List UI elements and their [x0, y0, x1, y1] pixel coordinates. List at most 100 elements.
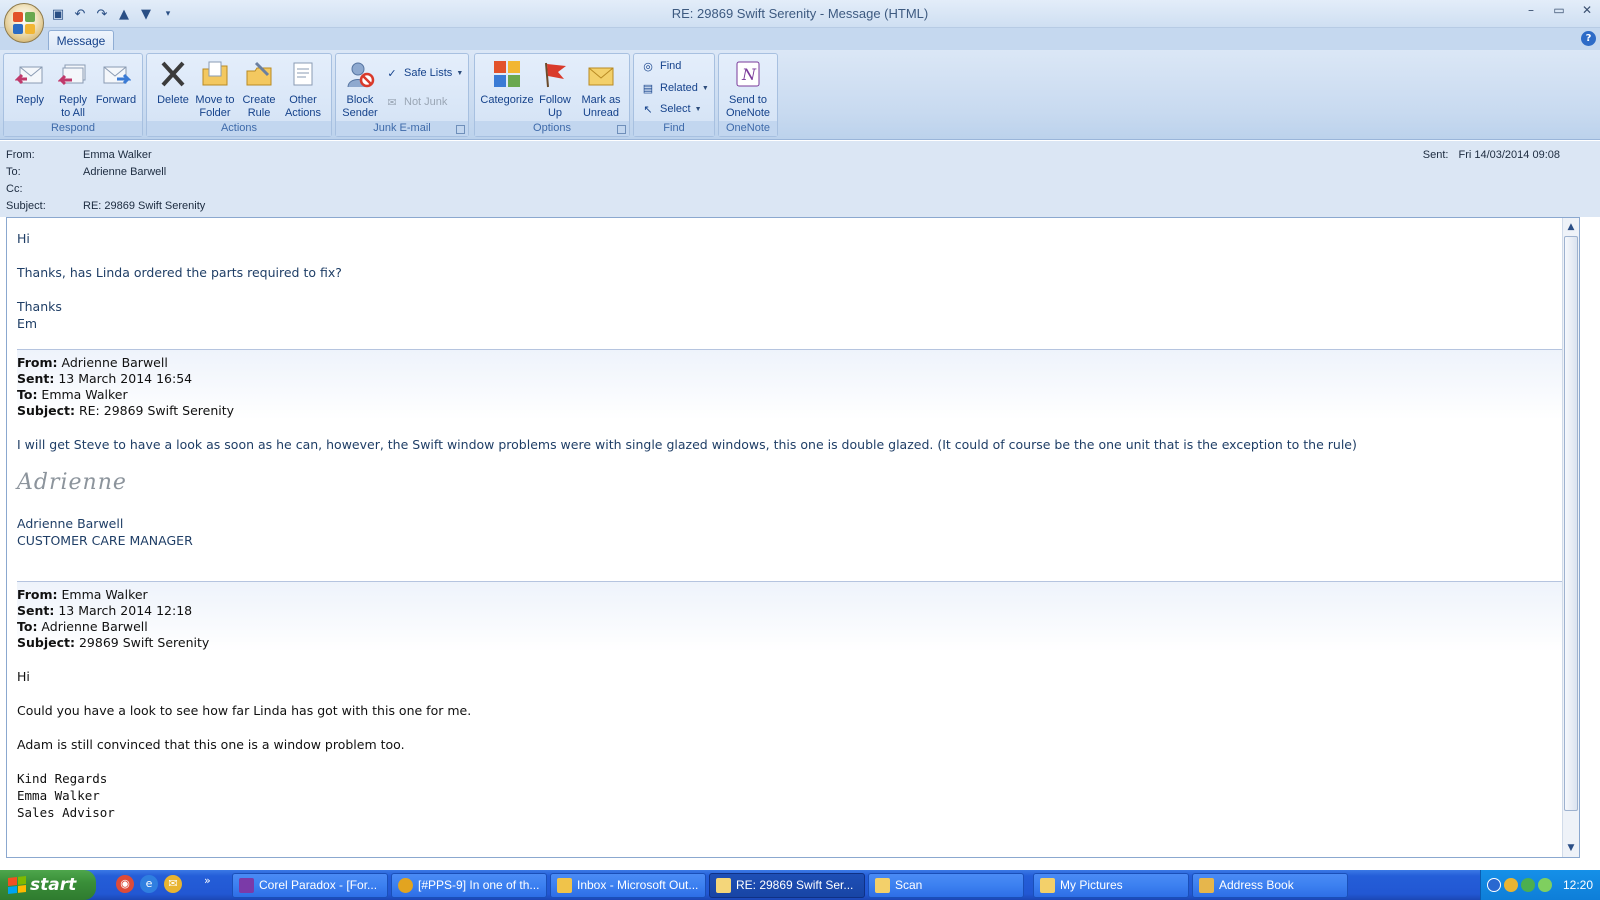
start-button[interactable]: start: [0, 870, 96, 900]
follow-up-flag-icon: [539, 58, 571, 90]
internet-explorer-icon[interactable]: e: [140, 875, 158, 893]
mark-as-unread-button[interactable]: Mark as Unread: [579, 56, 623, 120]
subject-value: RE: 29869 Swift Serenity: [83, 200, 206, 212]
chrome-icon[interactable]: ◉: [116, 875, 134, 893]
window-controls: – ▭ ✕: [1524, 3, 1594, 17]
options-dialog-launcher-icon[interactable]: [617, 125, 626, 134]
address-book-icon: [1199, 878, 1214, 893]
taskbar-item-active[interactable]: RE: 29869 Swift Ser...: [709, 873, 865, 898]
signature-role: CUSTOMER CARE MANAGER: [17, 533, 193, 548]
quote-signature: Kind Regards: [17, 771, 108, 786]
categorize-button[interactable]: Categorize: [480, 56, 534, 120]
message-icon: [716, 878, 731, 893]
quoted-message-1: From: Adrienne Barwell Sent: 13 March 20…: [17, 349, 1562, 549]
junk-dialog-launcher-icon[interactable]: [456, 125, 465, 134]
from-value[interactable]: Emma Walker: [83, 149, 152, 165]
body-line: Thanks, has Linda ordered the parts requ…: [17, 265, 342, 280]
onenote-icon: N: [732, 58, 764, 90]
body-greeting: Hi: [17, 231, 30, 246]
office-button[interactable]: [4, 3, 44, 43]
reply-all-icon: [57, 58, 89, 90]
header-to-row: To: Adrienne Barwell: [6, 166, 166, 182]
taskbar-item[interactable]: My Pictures: [1033, 873, 1189, 898]
reply-button[interactable]: Reply: [8, 56, 52, 120]
tray-expand-icon[interactable]: [1487, 878, 1501, 892]
block-sender-button[interactable]: Block Sender: [338, 56, 382, 120]
minimize-button[interactable]: –: [1524, 3, 1538, 17]
quoted-message-2: From: Emma Walker Sent: 13 March 2014 12…: [17, 581, 1562, 821]
taskbar-item[interactable]: Corel Paradox - [For...: [232, 873, 388, 898]
delete-icon: [157, 58, 189, 90]
quote-line: Adam is still convinced that this one is…: [17, 737, 405, 752]
header-subject-row: Subject: RE: 29869 Swift Serenity: [6, 200, 205, 216]
other-actions-button[interactable]: Other Actions: [281, 56, 325, 120]
help-icon[interactable]: ?: [1581, 31, 1596, 46]
group-junk-email: Block Sender ✓ Safe Lists ▼ ✉ Not Junk J…: [335, 53, 469, 137]
ribbon-tab-strip: Message ?: [0, 28, 1600, 51]
quick-launch-more-icon[interactable]: »: [204, 874, 211, 887]
scroll-thumb[interactable]: [1564, 236, 1578, 811]
group-respond: Reply Reply to All Forward Respond: [3, 53, 143, 137]
taskbar-item[interactable]: Scan: [868, 873, 1024, 898]
find-button[interactable]: ◎ Find: [640, 56, 681, 76]
chevron-down-icon: ▼: [456, 69, 464, 77]
tray-network-icon[interactable]: [1521, 878, 1535, 892]
group-actions: Delete Move to Folder Create Rule Other …: [146, 53, 332, 137]
delete-button[interactable]: Delete: [151, 56, 195, 120]
chevron-down-icon: ▼: [701, 84, 709, 92]
move-to-folder-button[interactable]: Move to Folder: [193, 56, 237, 120]
group-label-actions: Actions: [147, 121, 331, 136]
mark-unread-icon: [585, 58, 617, 90]
tray-status-icon[interactable]: [1538, 878, 1552, 892]
taskbar-item[interactable]: [#PPS-9] In one of th...: [391, 873, 547, 898]
sent-value: Fri 14/03/2014 09:08: [1458, 149, 1560, 161]
follow-up-button[interactable]: Follow Up: [533, 56, 577, 120]
block-sender-icon: [344, 58, 376, 90]
chrome-icon: [398, 878, 413, 893]
group-options: Categorize Follow Up Mark as Unread Opti…: [474, 53, 630, 137]
quick-launch: ◉ e ✉: [116, 875, 182, 893]
quote-signature: Emma Walker: [17, 788, 100, 803]
to-value[interactable]: Adrienne Barwell: [83, 166, 166, 182]
clock[interactable]: 12:20: [1563, 878, 1593, 892]
group-label-respond: Respond: [4, 121, 142, 136]
safe-lists-button[interactable]: ✓ Safe Lists ▼: [384, 63, 463, 83]
forward-button[interactable]: Forward: [94, 56, 138, 120]
title-bar: ▣ ↶ ↷ ▲ ▼ ▾ RE: 29869 Swift Serenity - M…: [0, 0, 1600, 43]
maximize-button[interactable]: ▭: [1552, 3, 1566, 17]
tray-outlook-icon[interactable]: [1504, 878, 1518, 892]
select-button[interactable]: ↖ Select ▼: [640, 99, 701, 119]
not-junk-button[interactable]: ✉ Not Junk: [384, 92, 447, 112]
cursor-icon: ↖: [643, 103, 653, 116]
ribbon: Reply Reply to All Forward Respond Delet…: [0, 50, 1600, 140]
message-body[interactable]: Hi Thanks, has Linda ordered the parts r…: [6, 217, 1580, 858]
binoculars-icon: ◎: [643, 60, 653, 73]
move-to-folder-icon: [199, 58, 231, 90]
svg-text:N: N: [741, 65, 757, 84]
safe-lists-icon: ✓: [387, 67, 397, 80]
create-rule-icon: [243, 58, 275, 90]
quote-subject: Subject: RE: 29869 Swift Serenity: [17, 403, 235, 418]
tab-message[interactable]: Message: [48, 30, 114, 51]
quote-from: From: Emma Walker: [17, 587, 148, 602]
header-sent-row: Sent: Fri 14/03/2014 09:08: [1422, 149, 1560, 161]
quote-text: I will get Steve to have a look as soon …: [17, 437, 1357, 452]
outlook-icon[interactable]: ✉: [164, 875, 182, 893]
create-rule-button[interactable]: Create Rule: [237, 56, 281, 120]
close-button[interactable]: ✕: [1580, 3, 1594, 17]
forward-icon: [100, 58, 132, 90]
scroll-down-icon[interactable]: ▼: [1565, 842, 1577, 854]
quote-subject: Subject: 29869 Swift Serenity: [17, 635, 210, 650]
send-to-onenote-button[interactable]: N Send to OneNote: [721, 56, 775, 120]
scroll-up-icon[interactable]: ▲: [1565, 221, 1577, 233]
taskbar-item[interactable]: Address Book: [1192, 873, 1348, 898]
reply-all-button[interactable]: Reply to All: [51, 56, 95, 120]
quote-from: From: Adrienne Barwell: [17, 355, 168, 370]
windows-flag-icon: [8, 876, 26, 894]
group-find: ◎ Find ▤ Related ▼ ↖ Select ▼ Find: [633, 53, 715, 137]
related-button[interactable]: ▤ Related ▼: [640, 78, 709, 98]
vertical-scrollbar[interactable]: ▲ ▼: [1562, 218, 1579, 857]
taskbar-item[interactable]: Inbox - Microsoft Out...: [550, 873, 706, 898]
folder-icon: [875, 878, 890, 893]
group-label-options: Options: [475, 121, 629, 136]
